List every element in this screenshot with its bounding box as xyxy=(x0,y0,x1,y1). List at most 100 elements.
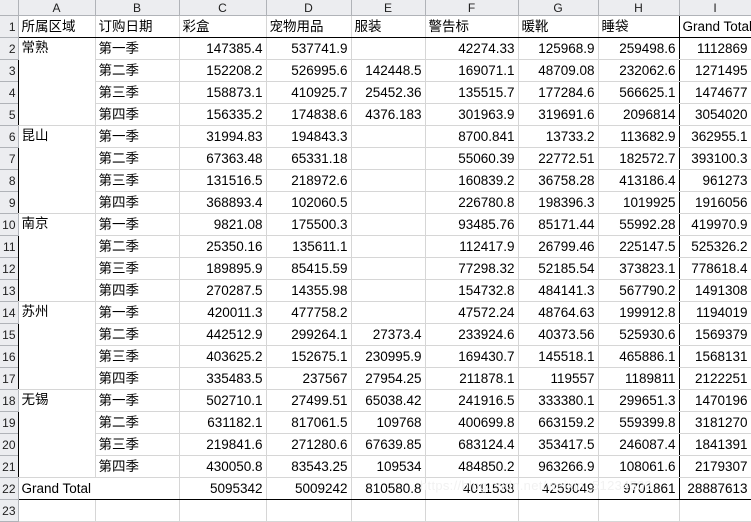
cell-value: 194843.3 xyxy=(266,125,352,148)
table-row: 18 无锡 第一季 502710.1 27499.51 65038.42 241… xyxy=(0,389,751,478)
cell-value: 169430.7 xyxy=(425,345,519,368)
region-label: 常熟 xyxy=(17,37,96,126)
column-header-e[interactable]: E xyxy=(351,0,426,16)
column-header-b[interactable]: B xyxy=(95,0,180,16)
column-header-row: A B C D E F G H I xyxy=(0,0,751,16)
select-all-corner[interactable] xyxy=(0,0,19,16)
column-header-i[interactable]: I xyxy=(679,0,751,16)
row-header-22[interactable]: 22 xyxy=(0,477,19,500)
table-row: 20 第三季 219841.6 271280.6 67639.85 683124… xyxy=(0,433,751,456)
cell-value: 226780.8 xyxy=(425,191,519,214)
cell-value: 169071.1 xyxy=(425,59,519,82)
empty-cell xyxy=(18,499,96,522)
cell-value: 175500.3 xyxy=(266,213,352,236)
row-header-7[interactable]: 7 xyxy=(0,147,19,170)
row-header-16[interactable]: 16 xyxy=(0,345,19,368)
table-row: 5 第四季 156335.2 174838.6 4376.183 301963.… xyxy=(0,103,751,126)
cell-value: 963266.9 xyxy=(518,455,599,478)
cell-value xyxy=(351,235,426,258)
column-header-h[interactable]: H xyxy=(598,0,680,16)
cell-value: 259498.6 xyxy=(598,37,680,60)
row-header-18[interactable]: 18 xyxy=(0,389,19,412)
empty-cell xyxy=(179,499,267,522)
row-header-17[interactable]: 17 xyxy=(0,367,19,390)
cell-value: 182572.7 xyxy=(598,147,680,170)
row-header-11[interactable]: 11 xyxy=(0,235,19,258)
cell-value: 135611.1 xyxy=(266,235,352,258)
cell-value: 177284.6 xyxy=(518,81,599,104)
table-row: 16 第三季 403625.2 152675.1 230995.9 169430… xyxy=(0,345,751,368)
cell-value: 335483.5 xyxy=(179,367,267,390)
cell-value: 299264.1 xyxy=(266,323,352,346)
row-header-4[interactable]: 4 xyxy=(0,81,19,104)
table-row: 14 苏州 第一季 420011.3 477758.2 47572.24 487… xyxy=(0,301,751,390)
empty-cell xyxy=(679,499,751,522)
cell-value: 67639.85 xyxy=(351,433,426,456)
cell-value: 230995.9 xyxy=(351,345,426,368)
header-grand-total: Grand Total xyxy=(679,15,751,38)
row-header-5[interactable]: 5 xyxy=(0,103,19,126)
cell-value: 8700.841 xyxy=(425,125,519,148)
cell-value: 631182.1 xyxy=(179,411,267,434)
cell-value: 270287.5 xyxy=(179,279,267,302)
column-header-f[interactable]: F xyxy=(425,0,519,16)
row-header-14[interactable]: 14 xyxy=(0,301,19,324)
cell-value: 502710.1 xyxy=(179,389,267,412)
row-total: 961273 xyxy=(679,169,751,192)
cell-value: 233924.6 xyxy=(425,323,519,346)
cell-value: 55060.39 xyxy=(425,147,519,170)
grand-total-value: 4011538 xyxy=(425,477,519,500)
row-header-12[interactable]: 12 xyxy=(0,257,19,280)
row-header-13[interactable]: 13 xyxy=(0,279,19,302)
row-total: 1568131 xyxy=(679,345,751,368)
cell-value: 83543.25 xyxy=(266,455,352,478)
quarter-label: 第一季 xyxy=(95,301,180,324)
row-header-23[interactable]: 23 xyxy=(0,499,19,522)
quarter-label: 第三季 xyxy=(95,257,180,280)
column-header-d[interactable]: D xyxy=(266,0,352,16)
cell-value: 199912.8 xyxy=(598,301,680,324)
cell-value: 484141.3 xyxy=(518,279,599,302)
cell-value: 14355.98 xyxy=(266,279,352,302)
cell-value xyxy=(351,169,426,192)
cell-value: 27499.51 xyxy=(266,389,352,412)
quarter-label: 第三季 xyxy=(95,169,180,192)
header-col-fuzhuang: 服装 xyxy=(351,15,426,38)
cell-value: 158873.1 xyxy=(179,81,267,104)
table-row: 9 第四季 368893.4 102060.5 226780.8 198396.… xyxy=(0,191,751,214)
row-header-2[interactable]: 2 xyxy=(0,37,19,60)
column-header-g[interactable]: G xyxy=(518,0,599,16)
row-total: 1916056 xyxy=(679,191,751,214)
row-header-20[interactable]: 20 xyxy=(0,433,19,456)
row-header-19[interactable]: 19 xyxy=(0,411,19,434)
cell-value xyxy=(351,147,426,170)
row-header-8[interactable]: 8 xyxy=(0,169,19,192)
row-header-10[interactable]: 10 xyxy=(0,213,19,236)
row-header-9[interactable]: 9 xyxy=(0,191,19,214)
row-total: 3181270 xyxy=(679,411,751,434)
cell-value: 48764.63 xyxy=(518,301,599,324)
cell-value: 55992.28 xyxy=(598,213,680,236)
quarter-label: 第三季 xyxy=(95,433,180,456)
column-header-a[interactable]: A xyxy=(18,0,96,16)
cell-value: 400699.8 xyxy=(425,411,519,434)
cell-value: 152208.2 xyxy=(179,59,267,82)
row-header-21[interactable]: 21 xyxy=(0,455,19,478)
row-header-6[interactable]: 6 xyxy=(0,125,19,148)
cell-value: 1189811 xyxy=(598,367,680,390)
cell-value: 271280.6 xyxy=(266,433,352,456)
table-row: 17 第四季 335483.5 237567 27954.25 211878.1… xyxy=(0,367,751,390)
cell-value: 119557 xyxy=(518,367,599,390)
cell-value: 22772.51 xyxy=(518,147,599,170)
row-header-15[interactable]: 15 xyxy=(0,323,19,346)
row-total: 1569379 xyxy=(679,323,751,346)
row-header-3[interactable]: 3 xyxy=(0,59,19,82)
cell-value: 156335.2 xyxy=(179,103,267,126)
grand-total-value: 810580.8 xyxy=(351,477,426,500)
cell-value: 67363.48 xyxy=(179,147,267,170)
cell-value: 211878.1 xyxy=(425,367,519,390)
column-header-c[interactable]: C xyxy=(179,0,267,16)
cell-value: 31994.83 xyxy=(179,125,267,148)
row-header-1[interactable]: 1 xyxy=(0,15,19,38)
row-total: 393100.3 xyxy=(679,147,751,170)
